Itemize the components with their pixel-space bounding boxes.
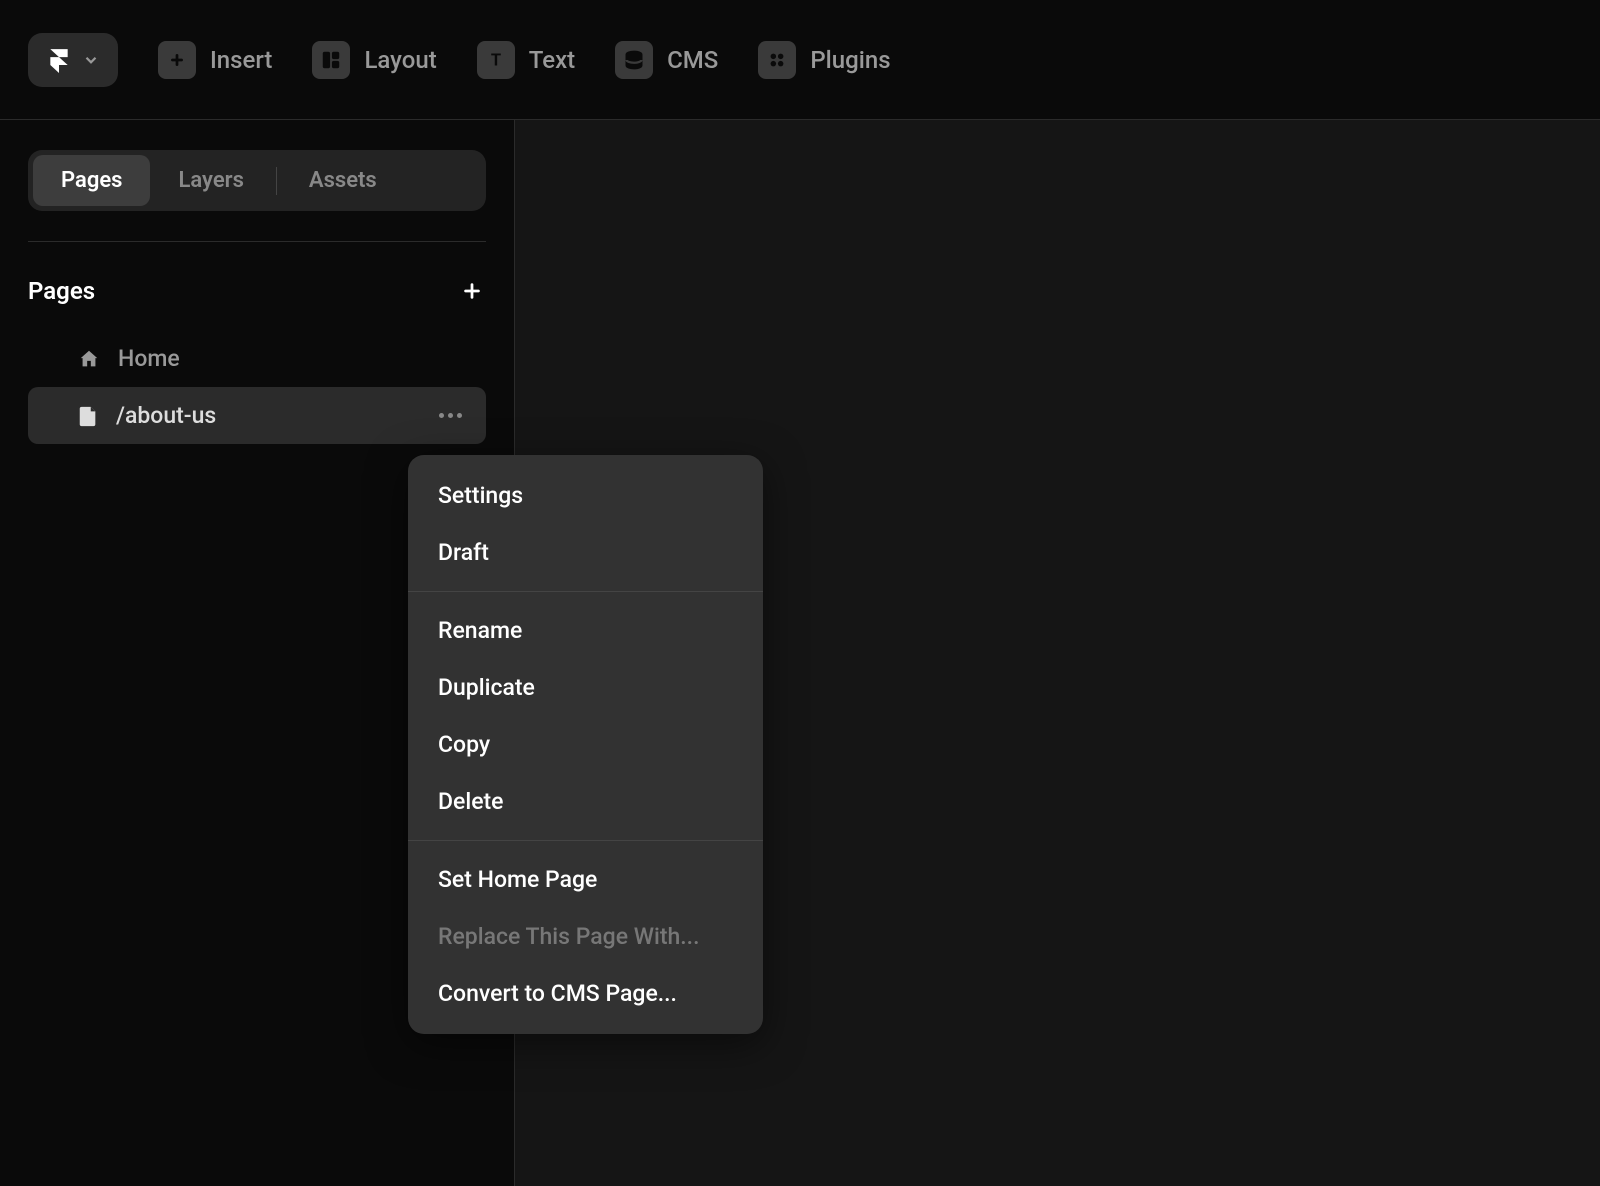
- menu-item-convert-cms[interactable]: Convert to CMS Page...: [408, 965, 763, 1022]
- menu-item-duplicate[interactable]: Duplicate: [408, 659, 763, 716]
- plugins-tool-button[interactable]: Plugins: [758, 41, 890, 79]
- pages-section-header: Pages: [28, 277, 486, 305]
- text-label: Text: [529, 46, 575, 74]
- page-context-menu: Settings Draft Rename Duplicate Copy Del…: [408, 455, 763, 1034]
- main-area: Pages Layers Assets Pages Home /about-us: [0, 120, 1600, 1186]
- database-icon: [615, 41, 653, 79]
- menu-divider: [408, 591, 763, 592]
- menu-item-replace[interactable]: Replace This Page With...: [408, 908, 763, 965]
- tab-layers[interactable]: Layers: [150, 155, 271, 206]
- dot-icon: [457, 413, 462, 418]
- dot-icon: [448, 413, 453, 418]
- page-item-home[interactable]: Home: [28, 330, 486, 387]
- tab-divider: [276, 167, 277, 195]
- layout-tool-button[interactable]: Layout: [312, 41, 436, 79]
- insert-label: Insert: [210, 46, 272, 74]
- top-toolbar: Insert Layout T Text CMS Plugins: [0, 0, 1600, 120]
- tab-pages[interactable]: Pages: [33, 155, 150, 206]
- cms-label: CMS: [667, 46, 718, 74]
- cms-tool-button[interactable]: CMS: [615, 41, 718, 79]
- text-tool-button[interactable]: T Text: [477, 41, 575, 79]
- chevron-down-icon: [82, 51, 100, 69]
- plus-icon: [461, 280, 483, 302]
- text-icon: T: [477, 41, 515, 79]
- menu-item-copy[interactable]: Copy: [408, 716, 763, 773]
- home-icon: [78, 348, 100, 370]
- divider: [28, 241, 486, 242]
- menu-item-rename[interactable]: Rename: [408, 602, 763, 659]
- page-label: Home: [118, 345, 180, 372]
- plugins-icon: [758, 41, 796, 79]
- page-more-button[interactable]: [439, 413, 462, 418]
- page-item-about-us[interactable]: /about-us: [28, 387, 486, 444]
- app-menu-button[interactable]: [28, 33, 118, 87]
- menu-item-set-home[interactable]: Set Home Page: [408, 851, 763, 908]
- insert-tool-button[interactable]: Insert: [158, 41, 272, 79]
- menu-item-draft[interactable]: Draft: [408, 524, 763, 581]
- menu-item-settings[interactable]: Settings: [408, 467, 763, 524]
- layout-label: Layout: [364, 46, 436, 74]
- pages-title: Pages: [28, 277, 95, 305]
- dot-icon: [439, 413, 444, 418]
- svg-text:T: T: [491, 51, 501, 70]
- plus-box-icon: [158, 41, 196, 79]
- page-icon: [78, 405, 98, 427]
- plugins-label: Plugins: [810, 46, 890, 74]
- tab-assets[interactable]: Assets: [281, 155, 405, 206]
- menu-item-delete[interactable]: Delete: [408, 773, 763, 830]
- framer-logo-icon: [46, 47, 72, 73]
- menu-divider: [408, 840, 763, 841]
- layout-icon: [312, 41, 350, 79]
- sidebar-tabs: Pages Layers Assets: [28, 150, 486, 211]
- add-page-button[interactable]: [458, 277, 486, 305]
- page-label: /about-us: [116, 402, 216, 429]
